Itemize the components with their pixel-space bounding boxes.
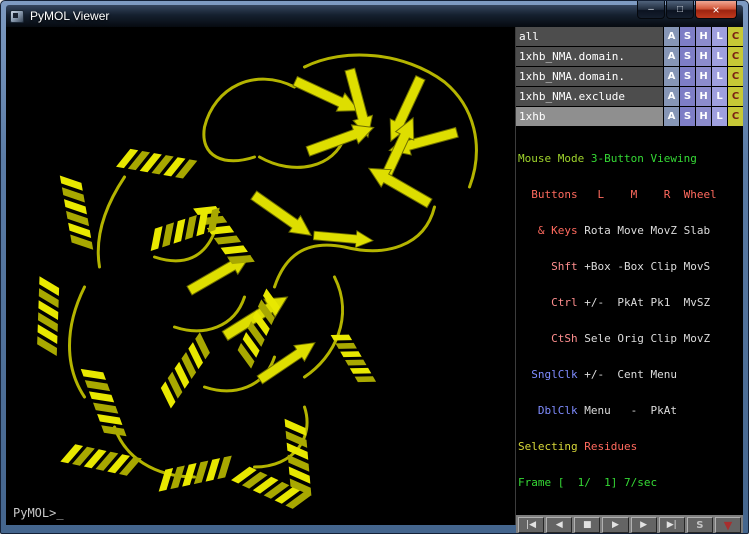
window-title: PyMOL Viewer: [30, 9, 109, 23]
playback-controls: |◀ ◀ ■ ▶ ▶ ▶| S ▼: [516, 515, 743, 534]
action-button[interactable]: A: [664, 47, 679, 66]
color-button[interactable]: C: [728, 47, 743, 66]
object-row[interactable]: 1xhb_NMA.domain. A S H L C: [516, 67, 743, 86]
action-button[interactable]: A: [664, 27, 679, 46]
window-content: PyMOL>_ all A S H L C 1xhb_NMA.domain.: [6, 27, 743, 525]
color-button[interactable]: C: [728, 67, 743, 86]
color-button[interactable]: C: [728, 87, 743, 106]
maximize-button[interactable]: □: [666, 1, 694, 19]
selecting-mode-line[interactable]: Selecting Residues: [518, 441, 743, 453]
label-button[interactable]: L: [712, 67, 727, 86]
window-controls: – □ ×: [637, 1, 737, 19]
object-row-selected[interactable]: 1xhb A S H L C: [516, 107, 743, 126]
forward-button[interactable]: ▶: [631, 517, 657, 533]
object-name[interactable]: all: [516, 27, 663, 46]
close-button[interactable]: ×: [695, 1, 737, 19]
object-buttons: A S H L C: [663, 47, 743, 66]
show-button[interactable]: S: [680, 27, 695, 46]
label-button[interactable]: L: [712, 47, 727, 66]
action-button[interactable]: A: [664, 67, 679, 86]
object-buttons: A S H L C: [663, 67, 743, 86]
end-button[interactable]: ▶|: [659, 517, 685, 533]
hide-button[interactable]: H: [696, 107, 711, 126]
play-button[interactable]: ▶: [602, 517, 628, 533]
action-button[interactable]: A: [664, 87, 679, 106]
object-name[interactable]: 1xhb: [516, 107, 663, 126]
object-buttons: A S H L C: [663, 107, 743, 126]
mouse-shift-row: Shft +Box -Box Clip MovS: [518, 261, 743, 273]
object-list: all A S H L C 1xhb_NMA.domain. A S H: [516, 27, 743, 127]
rewind-button[interactable]: |◀: [518, 517, 544, 533]
mouse-panel: Mouse Mode 3-Button Viewing Buttons L M …: [516, 127, 743, 515]
frame-counter-line[interactable]: Frame [ 1/ 1] 7/sec: [518, 477, 743, 489]
object-row[interactable]: all A S H L C: [516, 27, 743, 46]
object-name[interactable]: 1xhb_NMA.domain.: [516, 47, 663, 66]
back-button[interactable]: ◀: [546, 517, 572, 533]
pymol-viewer-window: PyMOL Viewer – □ ×: [0, 0, 749, 534]
color-button[interactable]: C: [728, 27, 743, 46]
title-bar[interactable]: PyMOL Viewer – □ ×: [6, 5, 743, 27]
color-button[interactable]: C: [728, 107, 743, 126]
command-prompt[interactable]: PyMOL>_: [13, 506, 64, 520]
label-button[interactable]: L: [712, 107, 727, 126]
hide-button[interactable]: H: [696, 67, 711, 86]
object-name[interactable]: 1xhb_NMA.domain.: [516, 67, 663, 86]
protein-structure: [6, 27, 515, 525]
mouse-snglclk-row: SnglClk +/- Cent Menu: [518, 369, 743, 381]
panel-toggle-button[interactable]: ▼: [715, 517, 741, 533]
object-row[interactable]: 1xhb_NMA.domain. A S H L C: [516, 47, 743, 66]
show-button[interactable]: S: [680, 107, 695, 126]
object-name[interactable]: 1xhb_NMA.exclude: [516, 87, 663, 106]
action-button[interactable]: A: [664, 107, 679, 126]
scene-button[interactable]: S: [687, 517, 713, 533]
label-button[interactable]: L: [712, 87, 727, 106]
object-buttons: A S H L C: [663, 87, 743, 106]
hide-button[interactable]: H: [696, 47, 711, 66]
hide-button[interactable]: H: [696, 87, 711, 106]
label-button[interactable]: L: [712, 27, 727, 46]
hide-button[interactable]: H: [696, 27, 711, 46]
object-row[interactable]: 1xhb_NMA.exclude A S H L C: [516, 87, 743, 106]
viewport-3d[interactable]: PyMOL>_: [6, 27, 515, 525]
mouse-ctrl-row: Ctrl +/- PkAt Pk1 MvSZ: [518, 297, 743, 309]
minimize-button[interactable]: –: [637, 1, 665, 19]
object-buttons: A S H L C: [663, 27, 743, 46]
show-button[interactable]: S: [680, 87, 695, 106]
mouse-dblclk-row: DblClk Menu - PkAt: [518, 405, 743, 417]
mouse-ctsh-row: CtSh Sele Orig Clip MovZ: [518, 333, 743, 345]
app-icon: [10, 10, 24, 23]
show-button[interactable]: S: [680, 47, 695, 66]
mouse-buttons-header: Buttons L M R Wheel: [518, 189, 743, 201]
mouse-mode-line[interactable]: Mouse Mode 3-Button Viewing: [518, 153, 743, 165]
show-button[interactable]: S: [680, 67, 695, 86]
stop-button[interactable]: ■: [574, 517, 600, 533]
side-panel: all A S H L C 1xhb_NMA.domain. A S H: [515, 27, 743, 525]
mouse-keys-row: & Keys Rota Move MovZ Slab: [518, 225, 743, 237]
